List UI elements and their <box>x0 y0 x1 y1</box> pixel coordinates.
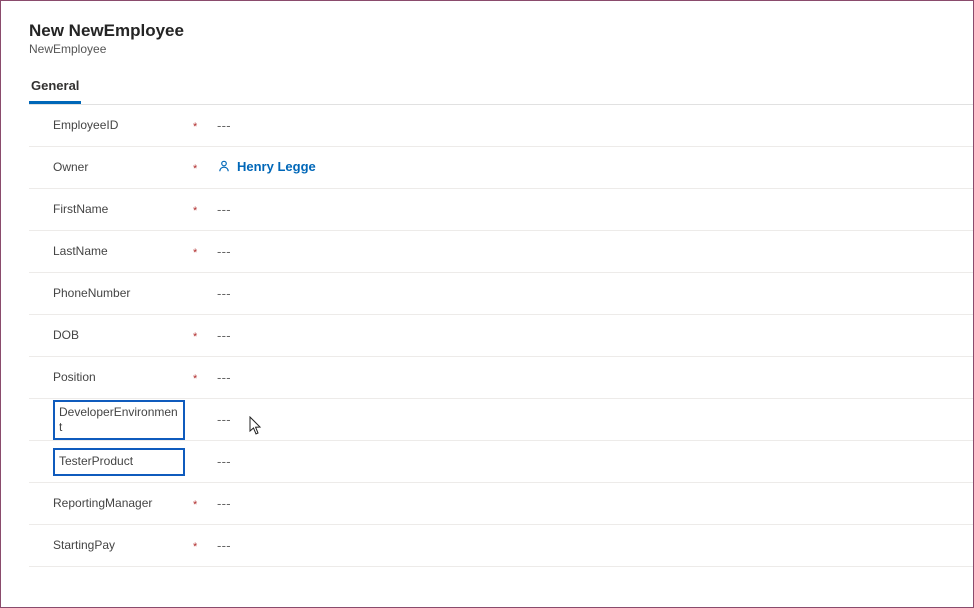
page-title: New NewEmployee <box>29 21 973 41</box>
field-value-tester-product[interactable]: --- <box>217 454 973 469</box>
field-label-dob: DOB <box>53 328 79 343</box>
field-row-employee-id: EmployeeID * --- <box>29 105 973 147</box>
field-value-position[interactable]: --- <box>217 370 973 385</box>
field-row-starting-pay: StartingPay * --- <box>29 525 973 567</box>
field-row-dob: DOB * --- <box>29 315 973 357</box>
field-label-tester-product: TesterProduct <box>59 454 133 469</box>
field-row-phone-number: PhoneNumber --- <box>29 273 973 315</box>
field-label-phone-number: PhoneNumber <box>53 286 130 301</box>
field-row-first-name: FirstName * --- <box>29 189 973 231</box>
field-value-owner[interactable]: Henry Legge <box>217 159 973 177</box>
required-mark: * <box>193 499 197 511</box>
field-value-first-name[interactable]: --- <box>217 202 973 217</box>
owner-name: Henry Legge <box>237 159 316 174</box>
required-mark: * <box>193 541 197 553</box>
tab-strip: General <box>29 72 973 105</box>
required-mark: * <box>193 373 197 385</box>
field-value-developer-environment[interactable]: --- <box>217 412 973 427</box>
field-value-dob[interactable]: --- <box>217 328 973 343</box>
form-general: EmployeeID * --- Owner * Henry Legge Fir… <box>29 105 973 567</box>
field-row-last-name: LastName * --- <box>29 231 973 273</box>
field-row-position: Position * --- <box>29 357 973 399</box>
field-row-owner: Owner * Henry Legge <box>29 147 973 189</box>
field-label-owner: Owner <box>53 160 88 175</box>
highlight-box-tester-product: TesterProduct <box>53 448 185 476</box>
field-label-employee-id: EmployeeID <box>53 118 118 133</box>
required-mark: * <box>193 121 197 133</box>
field-label-first-name: FirstName <box>53 202 108 217</box>
field-label-starting-pay: StartingPay <box>53 538 115 553</box>
field-label-last-name: LastName <box>53 244 108 259</box>
field-label-reporting-manager: ReportingManager <box>53 496 152 511</box>
field-row-developer-environment: DeveloperEnvironment --- <box>29 399 973 441</box>
required-mark: * <box>193 247 197 259</box>
required-mark: * <box>193 331 197 343</box>
field-row-reporting-manager: ReportingManager * --- <box>29 483 973 525</box>
required-mark: * <box>193 163 197 175</box>
field-row-tester-product: TesterProduct --- <box>29 441 973 483</box>
field-value-starting-pay[interactable]: --- <box>217 538 973 553</box>
required-mark: * <box>193 205 197 217</box>
tab-general[interactable]: General <box>29 72 81 104</box>
field-label-position: Position <box>53 370 96 385</box>
field-label-developer-environment: DeveloperEnvironment <box>59 405 179 435</box>
field-value-employee-id[interactable]: --- <box>217 118 973 133</box>
highlight-box-developer-environment: DeveloperEnvironment <box>53 400 185 440</box>
entity-subtitle: NewEmployee <box>29 42 973 56</box>
person-icon <box>217 159 231 173</box>
field-value-last-name[interactable]: --- <box>217 244 973 259</box>
field-value-phone-number[interactable]: --- <box>217 286 973 301</box>
field-value-reporting-manager[interactable]: --- <box>217 496 973 511</box>
